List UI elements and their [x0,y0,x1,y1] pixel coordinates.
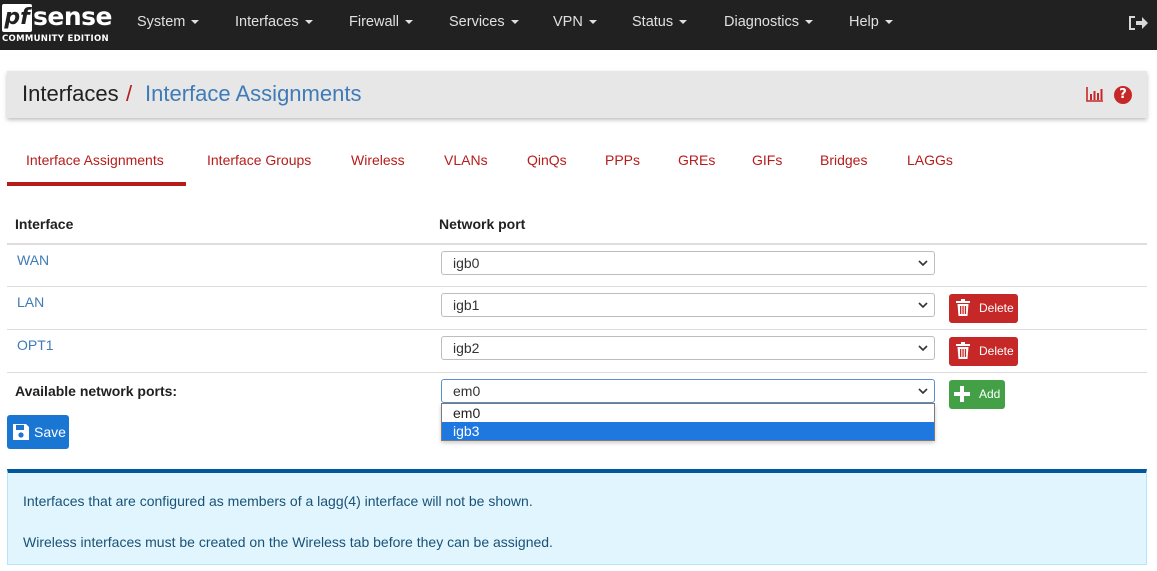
plus-icon [954,386,970,402]
interface-link-opt1[interactable]: OPT1 [17,337,54,353]
nav-menu-services[interactable]: Services [449,0,519,45]
breadcrumb-separator: / [126,81,133,106]
delete-button-opt1[interactable]: Delete [949,337,1018,366]
trash-icon [956,342,970,359]
floppy-disk-icon [13,424,29,440]
caret-down-icon [588,20,597,25]
breadcrumb-panel: Interfaces / Interface Assignments ? [7,71,1147,118]
tab-wireless[interactable]: Wireless [351,152,405,168]
nav-menu-help[interactable]: Help [849,0,893,45]
port-select-value: igb2 [453,340,480,356]
delete-button-lan[interactable]: Delete [949,294,1018,323]
interface-link-lan[interactable]: LAN [17,294,44,310]
row-divider [7,372,1147,373]
breadcrumb-parent[interactable]: Interfaces [22,81,119,107]
active-tab-indicator [7,182,186,186]
caret-down-icon [884,20,893,25]
row-divider [7,329,1147,330]
breadcrumb-current[interactable]: Interface Assignments [145,81,361,107]
column-header-interface: Interface [15,216,74,232]
available-ports-value: em0 [453,383,481,399]
logo-edition: COMMUNITY EDITION [2,34,109,44]
caret-down-icon [304,20,313,25]
nav-menu-status[interactable]: Status [632,0,688,45]
chevron-down-icon [918,388,928,395]
tab-ppps[interactable]: PPPs [605,152,640,168]
tab-interface-groups[interactable]: Interface Groups [207,152,311,168]
caret-down-icon [404,20,413,25]
chevron-down-icon [918,345,928,352]
dropdown-option-igb3[interactable]: igb3 [442,422,934,440]
logout-icon[interactable] [1127,13,1149,33]
port-select-value: igb0 [453,255,480,271]
port-select-wan[interactable]: igb0 [441,251,935,275]
info-panel: Interfaces that are configured as member… [7,469,1147,565]
nav-menu-vpn[interactable]: VPN [553,0,597,45]
available-ports-dropdown: em0 igb3 [441,403,935,441]
tab-bridges[interactable]: Bridges [820,152,867,168]
available-ports-label: Available network ports: [15,383,178,399]
help-icon[interactable]: ? [1114,86,1132,104]
caret-down-icon [679,20,688,25]
tab-laggs[interactable]: LAGGs [907,152,953,168]
bar-chart-icon[interactable] [1086,85,1104,103]
nav-menu-diagnostics[interactable]: Diagnostics [724,0,813,45]
logo-sense: sense [33,2,112,31]
port-select-opt1[interactable]: igb2 [441,336,935,360]
nav-menu-interfaces[interactable]: Interfaces [235,0,313,45]
interface-link-wan[interactable]: WAN [17,252,49,268]
column-header-network-port: Network port [439,216,526,232]
pfsense-logo[interactable]: pf sense COMMUNITY EDITION [2,2,112,46]
caret-down-icon [804,20,813,25]
chevron-down-icon [918,302,928,309]
save-button[interactable]: Save [7,415,69,449]
tab-gres[interactable]: GREs [678,152,715,168]
chevron-down-icon [918,260,928,267]
nav-menu-firewall[interactable]: Firewall [349,0,413,45]
caret-down-icon [510,20,519,25]
trash-icon [956,299,970,316]
port-select-lan[interactable]: igb1 [441,293,935,317]
delete-button-label: Delete [979,344,1014,358]
port-select-value: igb1 [453,297,480,313]
delete-button-label: Delete [979,301,1014,315]
top-navbar: pf sense COMMUNITY EDITION System Interf… [0,0,1157,50]
header-divider [7,243,1147,245]
tab-interface-assignments[interactable]: Interface Assignments [26,152,164,168]
info-text-lagg: Interfaces that are configured as member… [23,493,533,509]
dropdown-option-em0[interactable]: em0 [442,404,934,422]
available-ports-select[interactable]: em0 [441,379,935,403]
nav-menu-system[interactable]: System [137,0,200,45]
add-button[interactable]: Add [949,380,1005,409]
add-button-label: Add [979,387,1001,401]
info-text-wireless: Wireless interfaces must be created on t… [23,534,553,550]
tab-gifs[interactable]: GIFs [752,152,782,168]
row-divider [7,286,1147,287]
caret-down-icon [191,20,200,25]
logo-pf: pf [2,4,32,32]
save-button-label: Save [34,424,66,440]
tab-vlans[interactable]: VLANs [444,152,488,168]
tab-qinqs[interactable]: QinQs [527,152,567,168]
